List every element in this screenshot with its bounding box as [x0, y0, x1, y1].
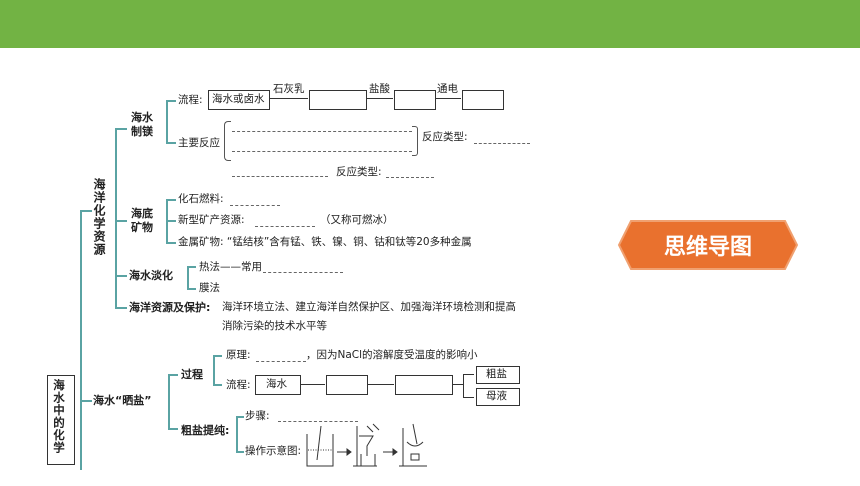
- root-node: 海水中的化学: [47, 375, 75, 465]
- mother-liquor-box: 母液: [476, 388, 520, 406]
- arrow-icon-2: [383, 448, 398, 456]
- beaker-dissolve-icon: [306, 425, 334, 467]
- mind-map-badge: 思维导图: [617, 219, 799, 271]
- protection-text-2: 消除污染的技术水平等: [222, 320, 327, 332]
- resources-connector-h4: [115, 307, 127, 309]
- magnesium-connector: [166, 100, 168, 144]
- salt-flow-label: 流程:: [226, 379, 251, 391]
- magnesium-blank-box-2: [394, 90, 436, 110]
- salt-connector: [168, 374, 170, 430]
- purification-diagram: [306, 423, 427, 467]
- resources-connector: [115, 128, 117, 308]
- principle-blank: [256, 361, 306, 362]
- mother-liquor-label: 母液: [486, 390, 507, 402]
- crude-salt-label: 粗盐: [486, 368, 507, 380]
- reaction-type-2-label: 反应类型:: [336, 166, 382, 178]
- root-connector-h2: [80, 400, 92, 402]
- resources-connector-h2: [115, 220, 127, 222]
- evaporation-icon: [399, 423, 427, 467]
- diagram-label: 操作示意图:: [245, 445, 302, 457]
- magnesium-start-box-label: 海水或卤水: [212, 93, 265, 105]
- magnesium-process-label: 流程:: [178, 94, 203, 106]
- protection-text-1: 海洋环境立法、建立海洋自然保护区、加强海洋环境检测和提高: [222, 301, 516, 313]
- salt-split-bracket: [463, 374, 474, 398]
- salt-flow-start-label: 海水: [266, 378, 287, 390]
- metal-mineral-text: 金属矿物: “锰结核”含有锰、铁、镍、铜、钴和钛等20多种金属: [178, 236, 472, 248]
- salt-process-title: 过程: [181, 368, 203, 381]
- principle-label: 原理:: [226, 349, 251, 361]
- fossil-fuel-blank: [230, 205, 280, 206]
- salt-blank-box-1: [326, 375, 368, 395]
- thermal-blank: [263, 272, 343, 273]
- purification-connector-h2: [236, 451, 244, 453]
- membrane-method: 膜法: [199, 282, 220, 294]
- reaction-blank-2: [232, 151, 412, 152]
- arrow-1: [270, 98, 308, 99]
- desalination-connector: [187, 266, 189, 290]
- salt-title: 海水“晒盐”: [93, 394, 152, 407]
- magnesium-reagent-2: 盐酸: [369, 83, 390, 95]
- purification-connector-h1: [236, 416, 244, 418]
- salt-flow-start-box: 海水: [255, 375, 301, 395]
- fossil-fuel-label: 化石燃料:: [178, 193, 224, 205]
- purification-title: 粗盐提纯:: [181, 424, 230, 437]
- reaction-brace: [224, 121, 231, 161]
- new-mineral-blank: [255, 226, 315, 227]
- magnesium-connector-h1: [166, 100, 176, 102]
- magnesium-reagent-1: 石灰乳: [273, 83, 305, 95]
- reaction-type-1-label: 反应类型:: [422, 131, 468, 143]
- root-node-label: 海水中的化学: [52, 379, 66, 454]
- desalination-connector-h1: [187, 266, 196, 268]
- salt-arrow-1: [301, 384, 325, 385]
- salt-arrow-2: [368, 384, 394, 385]
- root-connector: [80, 210, 82, 470]
- mind-map-badge-label: 思维导图: [663, 235, 752, 260]
- magnesium-connector-h2: [166, 142, 176, 144]
- magnesium-blank-box-1: [309, 90, 367, 110]
- salt-split-line: [453, 384, 463, 385]
- desalination-connector-h2: [187, 288, 196, 290]
- minerals-connector-h2: [166, 220, 176, 222]
- principle-text: ，因为NaCl的溶解度受温度的影响小: [306, 349, 478, 361]
- magnesium-title: 海水制镁: [131, 111, 153, 138]
- purification-connector: [236, 416, 238, 453]
- reaction-blank-1: [232, 131, 412, 132]
- reaction-type-1-blank: [474, 143, 530, 144]
- reaction-type-2-blank: [386, 177, 434, 178]
- thermal-method: 热法——常用: [199, 261, 262, 273]
- steps-label: 步骤:: [245, 410, 270, 422]
- reaction-blank-3: [232, 176, 328, 177]
- magnesium-reaction-label: 主要反应: [178, 137, 220, 149]
- salt-connector-h1: [168, 374, 178, 376]
- resources-title: 海洋化学资源: [92, 178, 106, 256]
- magnesium-reagent-3: 通电: [437, 83, 458, 95]
- crude-salt-box: 粗盐: [476, 366, 520, 384]
- salt-process-connector-h2: [213, 384, 222, 386]
- desalination-title: 海水淡化: [129, 269, 173, 282]
- salt-process-connector-h1: [213, 355, 222, 357]
- arrow-3: [436, 98, 461, 99]
- protection-title: 海洋资源及保护:: [129, 301, 211, 314]
- resources-connector-h3: [115, 275, 127, 277]
- minerals-title: 海底矿物: [131, 207, 153, 234]
- magnesium-blank-box-3: [462, 90, 504, 110]
- minerals-connector-h3: [166, 242, 176, 244]
- new-mineral-note: （又称可燃冰）: [320, 214, 394, 226]
- arrow-2: [367, 98, 393, 99]
- minerals-connector-h1: [166, 199, 176, 201]
- resources-connector-h1: [115, 128, 127, 130]
- salt-connector-h2: [168, 428, 178, 430]
- new-mineral-label: 新型矿产资源:: [178, 214, 245, 226]
- reaction-bracket: [412, 126, 418, 156]
- filtration-icon: [353, 423, 380, 467]
- salt-process-connector: [213, 355, 215, 386]
- magnesium-start-box: 海水或卤水: [208, 90, 270, 110]
- salt-blank-box-2: [395, 375, 453, 395]
- top-banner: [0, 0, 860, 48]
- arrow-icon-1: [337, 448, 352, 456]
